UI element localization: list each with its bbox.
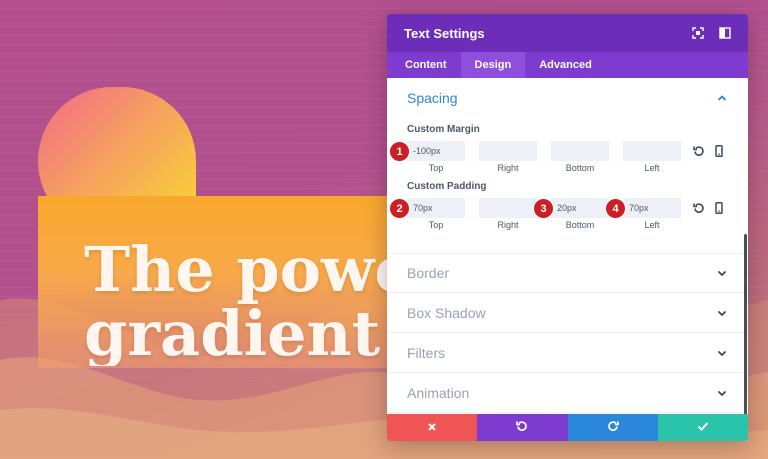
text-settings-modal: Text Settings Content Design Advanced Sp… bbox=[387, 14, 748, 441]
chevron-down-icon[interactable] bbox=[716, 267, 728, 279]
mobile-icon[interactable] bbox=[713, 202, 725, 214]
border-group-title: Border bbox=[407, 265, 450, 281]
margin-left-cell: Left bbox=[623, 141, 681, 173]
close-icon bbox=[427, 419, 437, 437]
margin-left-label: Left bbox=[644, 163, 660, 173]
content-scrollbar[interactable] bbox=[744, 234, 747, 415]
tab-content[interactable]: Content bbox=[391, 52, 461, 78]
check-icon bbox=[697, 419, 709, 437]
margin-bottom-input[interactable] bbox=[551, 141, 609, 161]
custom-padding-row: 2 Top Right 3 Bottom 4 Left bbox=[389, 198, 728, 230]
padding-row-actions bbox=[693, 198, 733, 218]
redo-icon bbox=[607, 419, 619, 437]
custom-margin-label: Custom Margin bbox=[407, 124, 480, 135]
spacing-group-body: Custom Margin 1 Top Right Bottom Lef bbox=[387, 118, 748, 253]
padding-left-cell: 4 Left bbox=[605, 198, 681, 230]
padding-top-cell: 2 Top bbox=[389, 198, 465, 230]
margin-right-label: Right bbox=[497, 163, 519, 173]
custom-padding-label: Custom Padding bbox=[407, 181, 487, 192]
box-shadow-group-title: Box Shadow bbox=[407, 304, 486, 321]
hero-line-2: gradient bbox=[84, 297, 381, 366]
margin-top-input[interactable] bbox=[407, 141, 465, 161]
animation-group-header[interactable]: Animation bbox=[387, 373, 748, 413]
padding-left-label: Left bbox=[644, 220, 660, 230]
margin-right-input[interactable] bbox=[479, 141, 537, 161]
custom-margin-row: 1 Top Right Bottom Left bbox=[389, 141, 728, 173]
tab-design[interactable]: Design bbox=[460, 52, 526, 78]
padding-bottom-cell: 3 Bottom bbox=[533, 198, 609, 230]
modal-footer bbox=[387, 414, 748, 441]
padding-left-input[interactable] bbox=[623, 198, 681, 218]
chevron-down-icon[interactable] bbox=[716, 387, 728, 399]
redo-button[interactable] bbox=[567, 414, 658, 441]
padding-right-cell: Right bbox=[479, 198, 537, 230]
margin-bottom-label: Bottom bbox=[565, 163, 595, 173]
step-marker-2: 2 bbox=[389, 198, 410, 219]
margin-top-label: Top bbox=[428, 163, 444, 173]
modal-header: Text Settings bbox=[387, 14, 748, 52]
undo-button[interactable] bbox=[477, 414, 568, 441]
spacing-group-header[interactable]: Spacing bbox=[387, 78, 748, 118]
filters-group-header[interactable]: Filters bbox=[387, 333, 748, 373]
hero-heading: The power gradient bbox=[84, 238, 404, 366]
margin-row-actions bbox=[693, 141, 733, 161]
padding-bottom-input[interactable] bbox=[551, 198, 609, 218]
chevron-up-icon[interactable] bbox=[716, 92, 728, 104]
step-marker-4: 4 bbox=[605, 198, 626, 219]
tab-advanced[interactable]: Advanced bbox=[525, 52, 606, 78]
step-marker-3: 3 bbox=[533, 198, 554, 219]
mobile-icon[interactable] bbox=[713, 145, 725, 157]
modal-title: Text Settings bbox=[404, 25, 485, 41]
tab-bar: Content Design Advanced bbox=[387, 52, 748, 78]
save-button[interactable] bbox=[657, 414, 748, 441]
padding-right-input[interactable] bbox=[479, 198, 537, 218]
margin-left-input[interactable] bbox=[623, 141, 681, 161]
reset-icon[interactable] bbox=[693, 145, 705, 157]
sidebar-icon[interactable] bbox=[719, 27, 731, 39]
step-marker-1: 1 bbox=[389, 141, 410, 162]
chevron-down-icon[interactable] bbox=[716, 347, 728, 359]
padding-bottom-label: Bottom bbox=[565, 220, 595, 230]
padding-top-label: Top bbox=[428, 220, 444, 230]
border-group-header[interactable]: Border bbox=[387, 253, 748, 293]
chevron-down-icon[interactable] bbox=[716, 307, 728, 319]
spacing-group-title: Spacing bbox=[407, 90, 458, 106]
cancel-button[interactable] bbox=[387, 414, 478, 441]
margin-bottom-cell: Bottom bbox=[551, 141, 609, 173]
margin-right-cell: Right bbox=[479, 141, 537, 173]
expand-icon[interactable] bbox=[692, 27, 704, 39]
settings-content: Spacing Custom Margin 1 Top Right B bbox=[387, 78, 748, 415]
reset-icon[interactable] bbox=[693, 202, 705, 214]
hero-line-1: The power bbox=[84, 238, 404, 306]
animation-group-title: Animation bbox=[407, 384, 470, 401]
padding-right-label: Right bbox=[497, 220, 519, 230]
undo-icon bbox=[516, 419, 528, 437]
padding-top-input[interactable] bbox=[407, 198, 465, 218]
filters-group-title: Filters bbox=[407, 344, 446, 361]
margin-top-cell: 1 Top bbox=[389, 141, 465, 173]
box-shadow-group-header[interactable]: Box Shadow bbox=[387, 293, 748, 333]
